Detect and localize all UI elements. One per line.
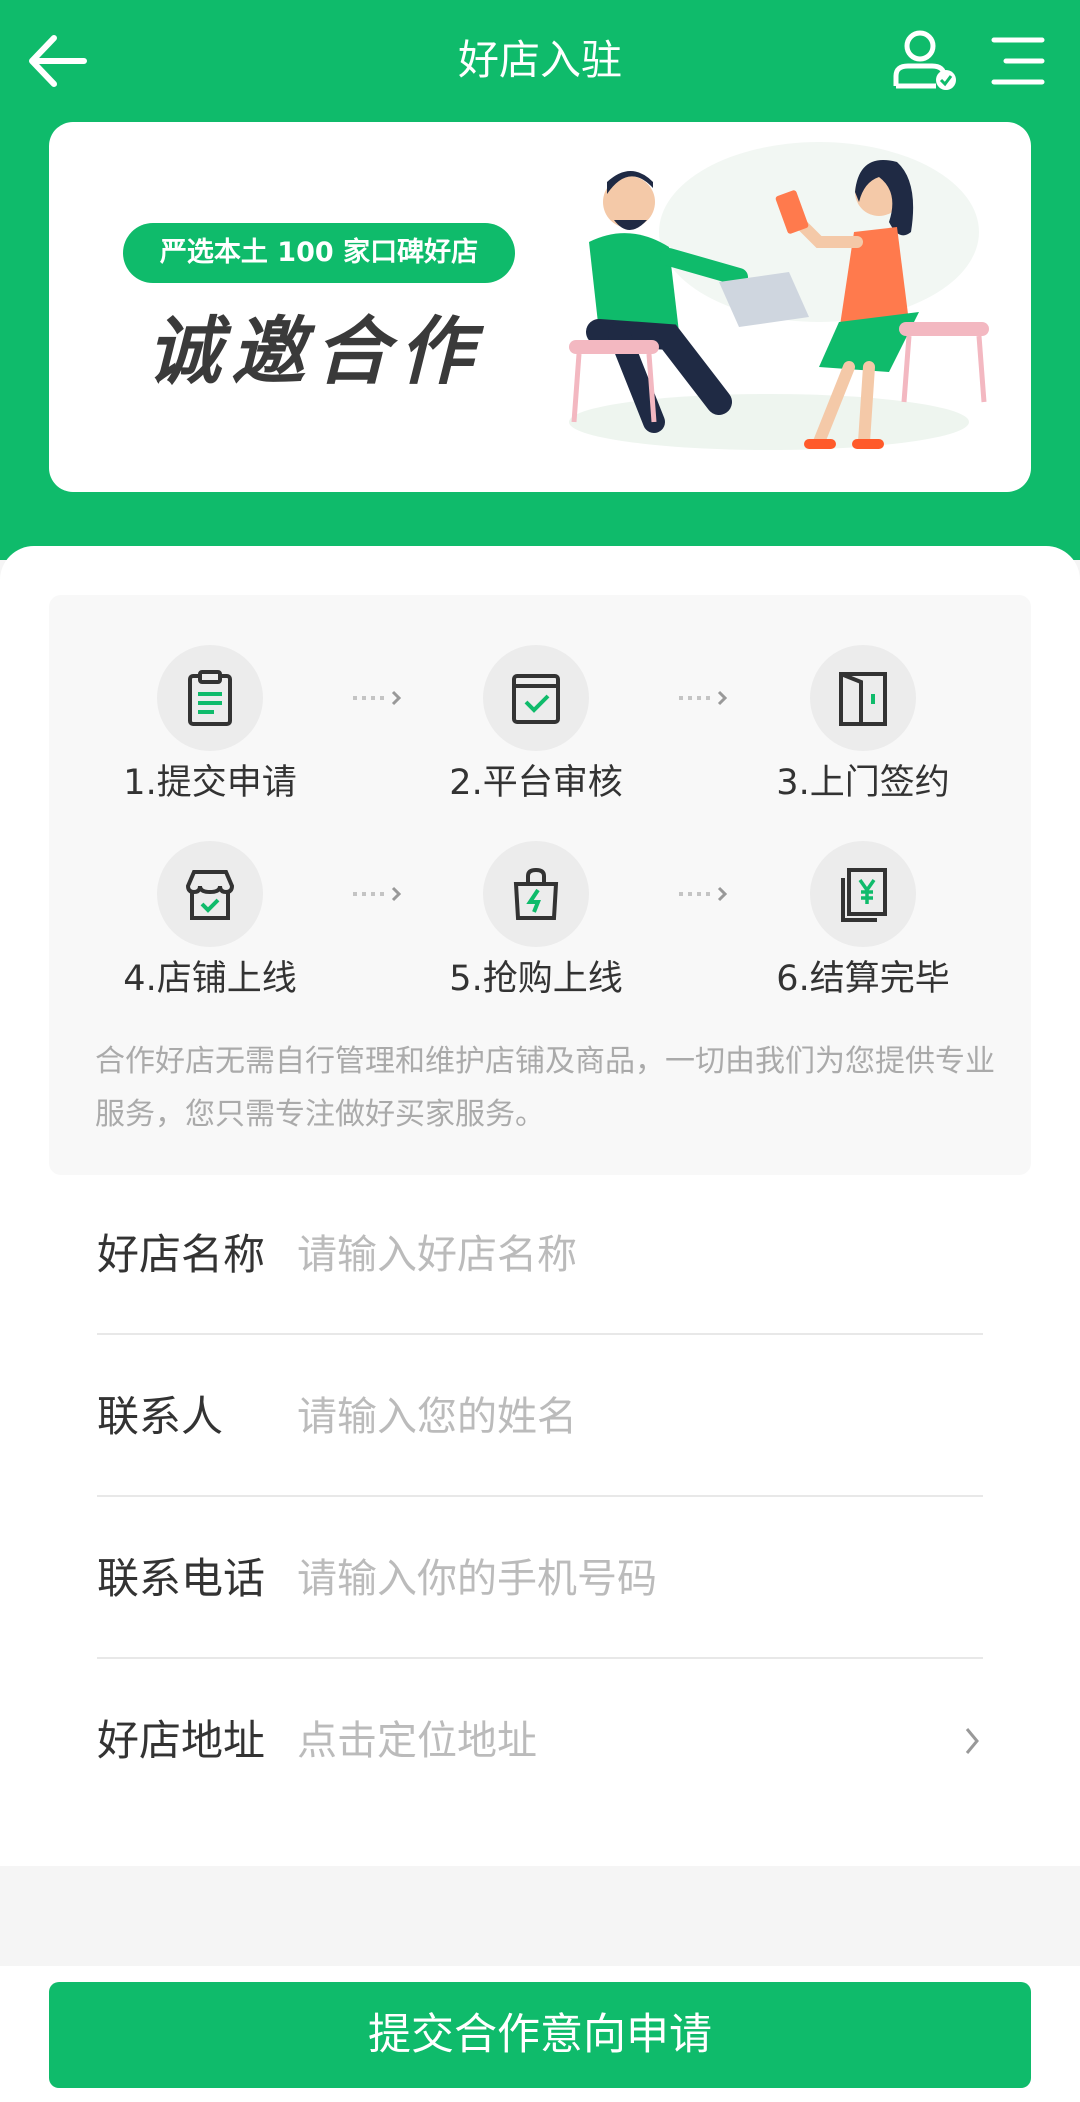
chevron-right-icon — [679, 886, 728, 902]
menu-icon[interactable] — [990, 34, 1046, 88]
submit-button[interactable]: 提交合作意向申请 — [49, 1982, 1031, 2088]
process-note: 合作好店无需自行管理和维护店铺及商品，一切由我们为您提供专业服务，您只需专注做好… — [95, 1044, 995, 1132]
contact-name-input[interactable] — [297, 1387, 917, 1447]
address-input[interactable] — [297, 1711, 917, 1771]
step-submit-application: 1.提交申请 — [90, 645, 330, 809]
step-platform-review: 2.平台审核 — [416, 645, 656, 809]
review-check-icon — [512, 674, 560, 724]
phone-input[interactable] — [297, 1549, 917, 1609]
step-flash-sale-online: 5.抢购上线 — [416, 841, 656, 1005]
chevron-right-icon[interactable] — [963, 1723, 983, 1759]
chevron-right-icon — [353, 886, 402, 902]
step-label: 1.提交申请 — [123, 763, 297, 803]
step-onsite-signing: 3.上门签约 — [743, 645, 983, 809]
contact-label: 联系人 — [97, 1392, 224, 1441]
section-spacer — [0, 1866, 1080, 1966]
form-row-phone: 联系电话 — [97, 1499, 983, 1659]
clipboard-icon — [188, 670, 232, 726]
store-icon — [185, 870, 235, 920]
step-label: 4.店铺上线 — [123, 959, 297, 999]
shopping-bag-icon — [513, 867, 559, 920]
yen-document-icon — [841, 868, 887, 922]
form-row-address[interactable]: 好店地址 — [97, 1661, 983, 1821]
step-label: 6.结算完毕 — [776, 959, 950, 999]
form-row-store-name: 好店名称 — [97, 1175, 983, 1335]
promo-banner[interactable]: 严选本土 100 家口碑好店 诚邀合作 — [49, 122, 1031, 492]
chevron-right-icon — [679, 690, 728, 706]
store-name-input[interactable] — [297, 1225, 917, 1285]
banner-slogan: 诚邀合作 — [147, 309, 483, 395]
step-settlement-complete: 6.结算完毕 — [743, 841, 983, 1005]
form-row-contact: 联系人 — [97, 1337, 983, 1497]
step-label: 2.平台审核 — [449, 763, 623, 803]
partnership-illustration — [569, 142, 989, 450]
nav-bar: 好店入驻 — [0, 0, 1080, 120]
step-label: 3.上门签约 — [776, 763, 950, 803]
chevron-right-icon — [353, 690, 402, 706]
user-verified-icon[interactable] — [890, 28, 960, 92]
step-store-online: 4.店铺上线 — [90, 841, 330, 1005]
process-panel: 1.提交申请 2.平台审核 3.上门签约 4.店铺上线 5.抢购上线 6.结算完… — [49, 595, 1031, 1175]
phone-label: 联系电话 — [97, 1554, 266, 1603]
store-name-label: 好店名称 — [97, 1230, 266, 1279]
door-icon — [839, 672, 887, 726]
step-label: 5.抢购上线 — [449, 959, 623, 999]
address-label: 好店地址 — [97, 1716, 266, 1765]
banner-pill: 严选本土 100 家口碑好店 — [123, 223, 515, 283]
